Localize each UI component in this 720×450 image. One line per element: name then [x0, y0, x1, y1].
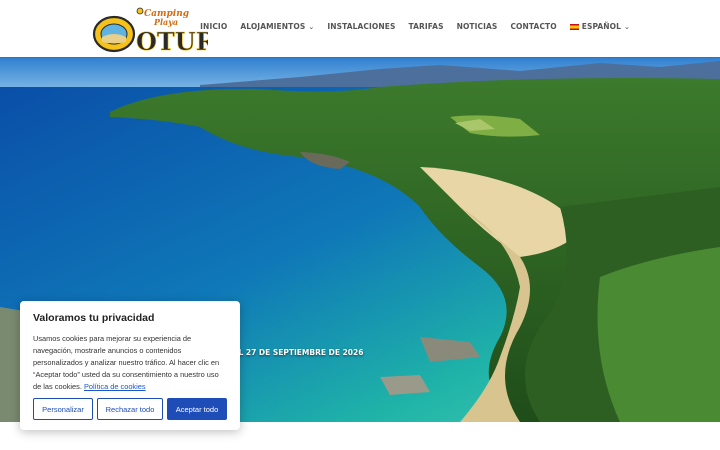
cookie-buttons: Personalizar Rechazar todo Aceptar todo — [33, 398, 227, 420]
main-nav: INICIO ALOJAMIENTOS ⌄ INSTALACIONES TARIF… — [200, 22, 630, 31]
accept-all-button[interactable]: Aceptar todo — [167, 398, 227, 420]
nav-tarifas-label: TARIFAS — [408, 22, 444, 31]
nav-instalaciones[interactable]: INSTALACIONES — [327, 22, 395, 31]
nav-alojamientos-label: ALOJAMIENTOS — [240, 22, 306, 31]
logo-line2: Playa — [153, 17, 178, 27]
cookie-text: Usamos cookies para mejorar su experienc… — [33, 333, 227, 393]
nav-contacto[interactable]: CONTACTO — [510, 22, 556, 31]
nav-instalaciones-label: INSTALACIONES — [327, 22, 396, 31]
nav-noticias-label: NOTICIAS — [456, 22, 498, 31]
chevron-down-icon: ⌄ — [308, 22, 315, 31]
reject-all-button[interactable]: Rechazar todo — [97, 398, 163, 420]
nav-alojamientos[interactable]: ALOJAMIENTOS ⌄ — [240, 22, 314, 31]
chevron-down-icon: ⌄ — [624, 22, 630, 31]
nav-inicio-label: INICIO — [200, 22, 228, 31]
nav-language[interactable]: ESPAÑOL ⌄ — [569, 22, 630, 31]
nav-noticias[interactable]: NOTICIAS — [457, 22, 498, 31]
cookie-policy-link[interactable]: Política de cookies — [84, 382, 146, 391]
nav-inicio[interactable]: INICIO — [200, 22, 227, 31]
cookie-consent-banner: Valoramos tu privacidad Usamos cookies p… — [20, 301, 240, 430]
cookie-title: Valoramos tu privacidad — [33, 312, 155, 324]
nav-language-label: ESPAÑOL — [581, 22, 622, 31]
nav-contacto-label: CONTACTO — [510, 22, 557, 31]
spain-flag-icon — [569, 23, 579, 30]
site-logo[interactable]: Camping Playa OTUR — [92, 4, 208, 54]
nav-tarifas[interactable]: TARIFAS — [409, 22, 444, 31]
logo-name: OTUR — [136, 27, 208, 54]
customize-button[interactable]: Personalizar — [33, 398, 93, 420]
site-header: Camping Playa OTUR INICIO ALOJAMIENTOS ⌄ … — [0, 0, 720, 57]
